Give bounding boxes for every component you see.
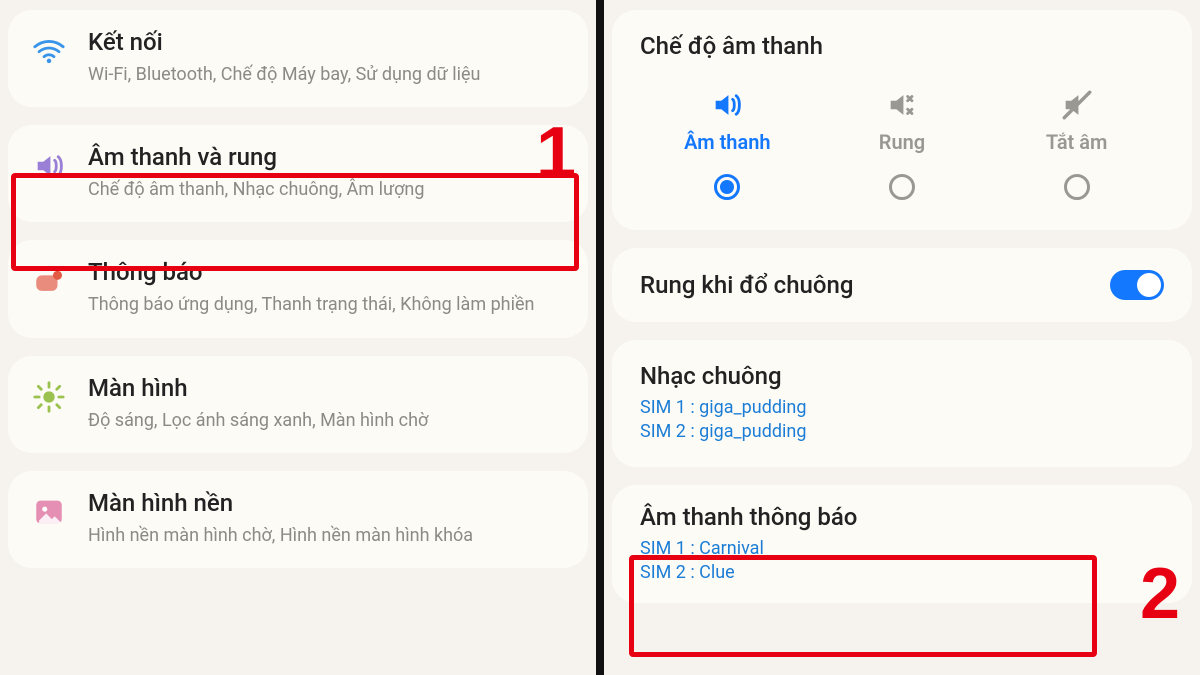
annotation-step-number-1: 1 (536, 112, 576, 194)
sound-mode-title: Chế độ âm thanh (640, 32, 1164, 60)
radio-selected[interactable] (714, 174, 740, 200)
mode-label: Rung (879, 130, 925, 154)
notification-sound-sim2: SIM 2 : Clue (640, 561, 1164, 585)
sound-mode-options: Âm thanh Rung Tắt âm (640, 88, 1164, 200)
mode-label: Âm thanh (684, 130, 770, 154)
vibrate-while-ringing-switch[interactable] (1110, 270, 1164, 300)
settings-item-connections[interactable]: Kết nối Wi-Fi, Bluetooth, Chế độ Máy bay… (8, 10, 588, 107)
notification-sound-row[interactable]: Âm thanh thông báo SIM 1 : Carnival SIM … (612, 485, 1192, 604)
sound-mode-sound[interactable]: Âm thanh (657, 88, 797, 200)
settings-item-title: Màn hình (88, 374, 564, 402)
ringtone-row[interactable]: Nhạc chuông SIM 1 : giga_pudding SIM 2 :… (612, 340, 1192, 467)
volume-icon (32, 143, 66, 183)
notification-sound-sim1: SIM 1 : Carnival (640, 537, 1164, 561)
ringtone-sim2: SIM 2 : giga_pudding (640, 420, 1164, 444)
settings-item-title: Kết nối (88, 28, 564, 56)
vibrate-icon (885, 88, 919, 122)
notification-icon (32, 258, 66, 298)
picture-icon (32, 489, 66, 529)
settings-item-wallpaper[interactable]: Màn hình nền Hình nền màn hình chờ, Hình… (8, 471, 588, 568)
notification-sound-title: Âm thanh thông báo (640, 503, 1164, 531)
radio-unselected[interactable] (1064, 174, 1090, 200)
settings-item-notifications[interactable]: Thông báo Thông báo ứng dụng, Thanh trạn… (8, 240, 588, 337)
ringtone-title: Nhạc chuông (640, 362, 1164, 390)
radio-unselected[interactable] (889, 174, 915, 200)
annotation-step-number-2: 2 (1140, 553, 1180, 635)
brightness-icon (32, 374, 66, 414)
wifi-icon (32, 28, 66, 68)
settings-item-subtitle: Hình nền màn hình chờ, Hình nền màn hình… (88, 523, 564, 548)
settings-item-title: Thông báo (88, 258, 564, 286)
settings-item-subtitle: Chế độ âm thanh, Nhạc chuông, Âm lượng (88, 177, 564, 202)
settings-item-subtitle: Wi-Fi, Bluetooth, Chế độ Máy bay, Sử dụn… (88, 62, 564, 87)
settings-list-panel: Kết nối Wi-Fi, Bluetooth, Chế độ Máy bay… (0, 0, 600, 675)
settings-item-sound-vibration[interactable]: Âm thanh và rung Chế độ âm thanh, Nhạc c… (8, 125, 588, 222)
settings-item-display[interactable]: Màn hình Độ sáng, Lọc ánh sáng xanh, Màn… (8, 356, 588, 453)
sound-settings-panel: Chế độ âm thanh Âm thanh Rung Tắt âm Run… (600, 0, 1200, 675)
sound-mode-vibrate[interactable]: Rung (832, 88, 972, 200)
settings-item-title: Âm thanh và rung (88, 143, 564, 171)
settings-item-subtitle: Thông báo ứng dụng, Thanh trạng thái, Kh… (88, 292, 564, 317)
settings-item-title: Màn hình nền (88, 489, 564, 517)
settings-item-subtitle: Độ sáng, Lọc ánh sáng xanh, Màn hình chờ (88, 408, 564, 433)
mode-label: Tắt âm (1046, 130, 1107, 154)
vibrate-while-ringing-label: Rung khi đổ chuông (640, 271, 853, 299)
sound-mode-card: Chế độ âm thanh Âm thanh Rung Tắt âm (612, 10, 1192, 230)
mute-icon (1060, 88, 1094, 122)
vibrate-while-ringing-row[interactable]: Rung khi đổ chuông (612, 248, 1192, 322)
ringtone-sim1: SIM 1 : giga_pudding (640, 396, 1164, 420)
sound-on-icon (710, 88, 744, 122)
sound-mode-mute[interactable]: Tắt âm (1007, 88, 1147, 200)
